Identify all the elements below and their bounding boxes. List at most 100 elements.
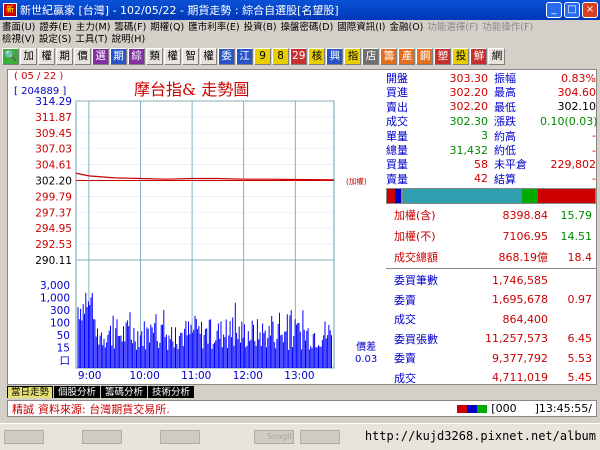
index-value: 8398.84 [502, 208, 549, 222]
search-icon[interactable]: 🔍 [2, 47, 20, 65]
quote-row: 賣出 302.20 最低 302.10 [386, 100, 596, 114]
maximize-button[interactable]: □ [564, 2, 580, 18]
quote-label-2: 結算 [494, 172, 516, 186]
quote-row: 總量 31,432 約低 - [386, 143, 596, 158]
index-label: 成交總額 [394, 251, 438, 264]
order-row: 成交 4,711,019 5.45 [386, 371, 596, 385]
app-window: 新 新世紀贏家 [台灣] - 102/05/22 - 期貨走勢 : 綜合自選股[… [0, 0, 600, 450]
strip-segment [537, 189, 595, 203]
quote-panel: 開盤 303.30 振幅 0.83% 買進 302.20 最高 304.60 賣出 302.20 最… [386, 70, 598, 386]
toolbar-button-15[interactable]: 29 [290, 47, 308, 65]
menu-item-9[interactable]: 金融(O) [388, 20, 426, 32]
toolbar-button-18[interactable]: 指 [344, 47, 362, 65]
taskbar: Snagit http://kujd3268.pixnet.net/album [0, 423, 600, 450]
tab-3[interactable]: 技術分析 [148, 386, 195, 398]
taskbar-item[interactable] [300, 430, 340, 444]
taskbar-item[interactable] [160, 430, 200, 444]
menu-item-6[interactable]: 投資(B) [242, 20, 279, 32]
toolbar-button-4[interactable]: 選 [92, 47, 110, 65]
quote-value: 31,432 [449, 143, 489, 157]
menu2-item-0[interactable]: 檢視(V) [0, 31, 37, 45]
indicator-green [477, 404, 488, 413]
order-value: 9,377,792 [492, 351, 548, 365]
order-row: 委買筆數 1,746,585 [386, 273, 596, 288]
volume-tick-label: 口 [60, 355, 71, 367]
toolbar-button-19[interactable]: 店 [362, 47, 380, 65]
toolbar-button-5[interactable]: 期 [110, 47, 128, 65]
tab-2[interactable]: 籌碼分析 [101, 386, 148, 398]
toolbar-button-11[interactable]: 委 [218, 47, 236, 65]
x-tick-label: 12:00 [233, 370, 263, 382]
x-tick-label: 13:00 [284, 370, 314, 382]
status-time: ]13:45:55/ [534, 402, 592, 415]
toolbar-button-9[interactable]: 智 [182, 47, 200, 65]
toolbar-button-25[interactable]: 鮮 [470, 47, 488, 65]
toolbar-button-16[interactable]: 核 [308, 47, 326, 65]
toolbar-button-17[interactable]: 興 [326, 47, 344, 65]
menu-item-8[interactable]: 國際資訊(I) [335, 20, 387, 32]
toolbar-button-3[interactable]: 價 [74, 47, 92, 65]
tab-1[interactable]: 個股分析 [54, 386, 101, 398]
toolbar-button-13[interactable]: 9 [254, 47, 272, 65]
toolbar-button-10[interactable]: 權 [200, 47, 218, 65]
status-label: 精誠 [12, 402, 34, 416]
spread-label: 價差 [356, 342, 377, 353]
app-icon: 新 [3, 3, 17, 17]
toolbar-button-24[interactable]: 投 [452, 47, 470, 65]
toolbar-button-22[interactable]: 鋼 [416, 47, 434, 65]
toolbar-button-23[interactable]: 塑 [434, 47, 452, 65]
tab-0[interactable]: 當日走勢 [7, 386, 54, 398]
taskbar-item[interactable] [82, 430, 122, 444]
order-label: 委買筆數 [394, 274, 438, 287]
menu-item-7[interactable]: 操盤密碼(D) [279, 20, 336, 32]
toolbar-button-0[interactable]: 加 [20, 47, 38, 65]
quote-value-2: - [592, 143, 596, 157]
quote-value: 302.20 [449, 100, 489, 114]
quote-value: 3 [481, 129, 488, 143]
toolbar-button-14[interactable]: 8 [272, 47, 290, 65]
menu2-item-3[interactable]: 說明(H) [110, 31, 148, 45]
quote-value-2: 302.10 [557, 100, 597, 114]
quote-value-2: 0.10(0.03) [540, 114, 598, 128]
y-tick-label: 314.29 [35, 96, 72, 108]
toolbar-button-20[interactable]: 籌 [380, 47, 398, 65]
toolbar-button-1[interactable]: 權 [38, 47, 56, 65]
toolbar-button-26[interactable]: 網 [488, 47, 506, 65]
quote-value: 58 [474, 157, 488, 171]
taskbar-item-snagit[interactable]: Snagit [254, 430, 294, 444]
quote-value-2: - [592, 129, 596, 143]
toolbar-button-21[interactable]: 產 [398, 47, 416, 65]
toolbar-button-6[interactable]: 綜 [128, 47, 146, 65]
taskbar-item[interactable] [4, 430, 44, 444]
toolbar-button-2[interactable]: 期 [56, 47, 74, 65]
toolbar-button-12[interactable]: 江 [236, 47, 254, 65]
toolbar-button-7[interactable]: 類 [146, 47, 164, 65]
quote-row: 開盤 303.30 振幅 0.83% [386, 71, 596, 86]
menu2-item-1[interactable]: 設定(S) [37, 31, 73, 45]
toolbar-button-8[interactable]: 權 [164, 47, 182, 65]
menu-item-4[interactable]: 期權(Q) [148, 20, 186, 32]
menu-item-10[interactable]: 功能選擇(F) [425, 20, 480, 32]
volume-tick-label: 300 [50, 305, 70, 317]
change-tag: (加權) [346, 176, 367, 186]
quote-value: 42 [474, 172, 488, 186]
close-button[interactable]: × [582, 2, 598, 18]
menu-item-5[interactable]: 匯市利率(E) [186, 20, 241, 32]
x-tick-label: 11:00 [181, 370, 211, 382]
quote-row: 買量 58 未平倉 229,802 [386, 157, 596, 172]
indicator-red [457, 404, 468, 413]
menu2-item-2[interactable]: 工具(T) [73, 31, 109, 45]
quote-label: 賣量 [386, 172, 408, 186]
quote-value-2: 304.60 [557, 85, 597, 99]
toolbar: 🔍 加權期價選期綜類權智權委江 9 8 29 核興指店籌產鋼塑投鮮網 [2, 46, 598, 66]
status-bar: 精誠 資料來源: 台灣期貨交易所. [000 ]13:45:55/ [7, 400, 597, 417]
order-label: 成交 [394, 371, 416, 385]
chart-title: 摩台指& 走勢圖 [134, 80, 250, 99]
y-tick-label: 297.37 [35, 207, 72, 219]
index-change: 15.79 [560, 208, 593, 222]
chart-panel: 314.29 311.87 309.45 307.03 304.61 302.20 299.… [8, 70, 384, 386]
minimize-button[interactable]: _ [546, 2, 562, 18]
quote-value: 303.30 [449, 71, 489, 85]
y-tick-label: 311.87 [35, 112, 72, 124]
menu-item-11[interactable]: 功能操作(F) [480, 20, 535, 32]
